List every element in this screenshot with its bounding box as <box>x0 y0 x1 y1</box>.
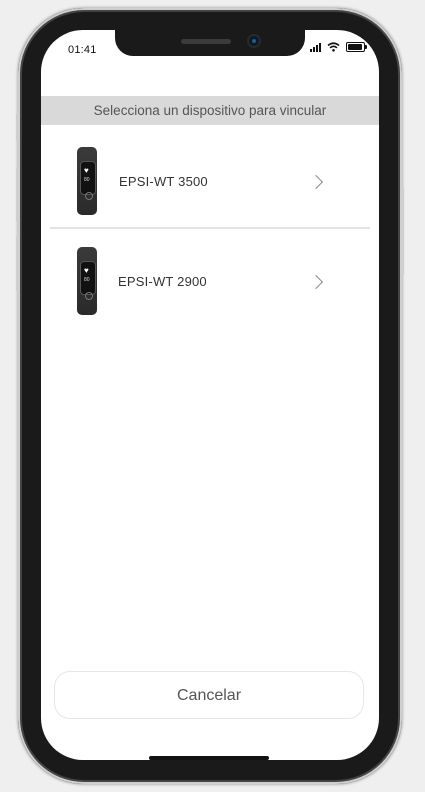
volume-down-button <box>16 236 19 291</box>
power-button <box>401 187 404 275</box>
status-icons <box>310 42 367 52</box>
wifi-icon <box>327 42 340 52</box>
device-name: EPSI-WT 2900 <box>118 274 207 289</box>
fitness-band-icon: ♥ 80 <box>77 247 97 315</box>
chevron-right-icon <box>308 174 324 190</box>
front-camera <box>249 36 259 46</box>
mute-switch <box>16 113 19 141</box>
home-indicator[interactable] <box>149 756 269 760</box>
signal-icon <box>310 42 321 52</box>
status-time: 01:41 <box>68 44 97 56</box>
cancel-button[interactable]: Cancelar <box>54 671 364 719</box>
battery-icon <box>346 42 367 52</box>
fitness-band-icon: ♥ 80 <box>77 147 97 215</box>
divider <box>50 227 370 229</box>
notch <box>115 30 305 56</box>
phone-screen: 01:41 Selecciona un dispositivo para vin… <box>41 30 379 760</box>
band-screen-value: 80 <box>84 277 90 283</box>
heart-icon: ♥ <box>84 166 89 175</box>
chevron-right-icon <box>308 274 324 290</box>
speaker <box>181 39 231 44</box>
heart-icon: ♥ <box>84 266 89 275</box>
page-title: Selecciona un dispositivo para vincular <box>41 96 379 125</box>
volume-up-button <box>16 167 19 222</box>
band-screen-value: 80 <box>84 177 90 183</box>
device-row-epsi-wt-3500[interactable]: ♥ 80 EPSI-WT 3500 <box>41 133 379 229</box>
device-row-epsi-wt-2900[interactable]: ♥ 80 EPSI-WT 2900 <box>41 233 379 329</box>
device-name: EPSI-WT 3500 <box>119 174 208 189</box>
